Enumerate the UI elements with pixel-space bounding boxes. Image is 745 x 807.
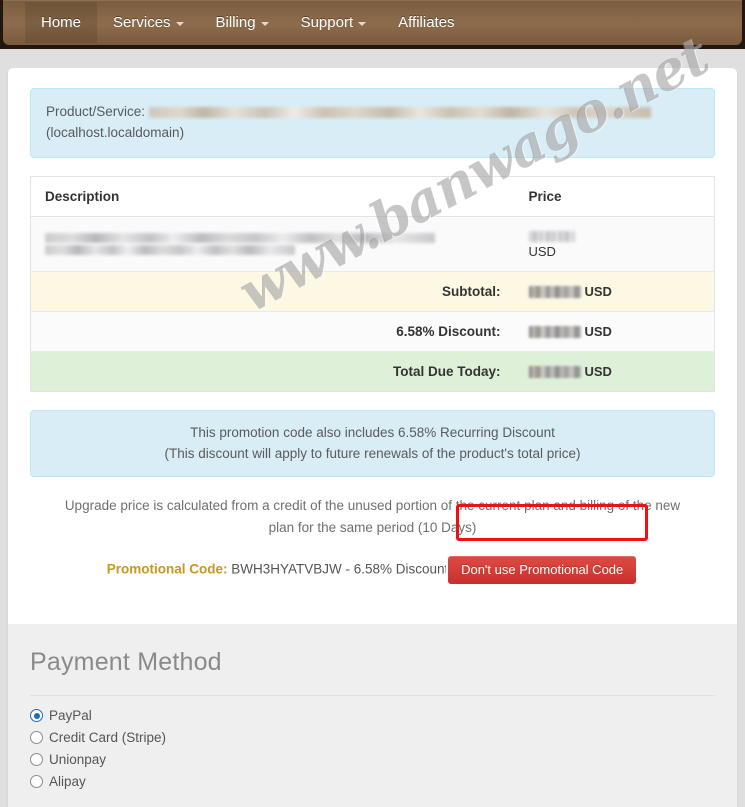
payment-option-credit-card-label: Credit Card (Stripe) [49, 730, 167, 745]
chevron-down-icon [358, 21, 367, 26]
subtotal-currency: USD [584, 283, 612, 299]
payment-method-section: Payment Method PayPal Credit Card (Strip… [8, 624, 737, 807]
nav-item-billing[interactable]: Billing [200, 2, 285, 43]
promotional-code-value: BWH3HYATVBJW - 6.58% Discount [231, 561, 449, 577]
line-item-description-redacted [45, 232, 501, 255]
subtotal-amount: USD [514, 271, 715, 312]
dont-use-promotional-code-button[interactable]: Don't use Promotional Code [446, 554, 639, 587]
total-due-today-amount-redacted [528, 366, 581, 379]
upgrade-price-explanation: Upgrade price is calculated from a credi… [64, 498, 681, 535]
table-row: Subtotal: USD [30, 271, 715, 312]
discount-currency: USD [584, 323, 612, 339]
nav-item-billing-label: Billing [215, 14, 256, 31]
nav-item-affiliates-label: Affiliates [398, 14, 455, 31]
product-service-label: Product/Service: [46, 104, 146, 119]
column-header-price: Price [514, 176, 715, 217]
main-navigation: Home Services Billing Support Affiliates [3, 0, 742, 45]
nav-item-home[interactable]: Home [25, 2, 98, 43]
total-due-today-amount: USD [514, 351, 715, 392]
payment-option-unionpay-label: Unionpay [49, 752, 107, 767]
subtotal-amount-redacted [528, 286, 581, 299]
line-item-currency: USD [528, 243, 556, 259]
radio-icon[interactable] [30, 731, 43, 744]
product-hostname: (localhost.localdomain) [46, 124, 185, 140]
discount-amount-redacted [528, 326, 581, 339]
total-due-today-currency: USD [584, 363, 612, 379]
column-header-description: Description [30, 176, 515, 217]
order-summary-card: Product/Service: (localhost.localdomain)… [8, 68, 737, 807]
nav-item-home-label: Home [41, 14, 82, 31]
payment-option-credit-card[interactable]: Credit Card (Stripe) [30, 730, 715, 745]
line-item-description [30, 216, 515, 272]
recurring-discount-line1: This promotion code also includes 6.58% … [190, 424, 555, 440]
table-row: USD [30, 216, 715, 272]
discount-amount: USD [514, 311, 715, 352]
recurring-discount-notice: This promotion code also includes 6.58% … [30, 409, 715, 478]
nav-item-services[interactable]: Services [97, 2, 200, 43]
radio-icon[interactable] [30, 709, 43, 722]
discount-label: 6.58% Discount: [30, 311, 515, 352]
line-item-price-redacted [528, 230, 575, 242]
chevron-down-icon [260, 21, 269, 26]
promotional-code-row: Promotional Code: BWH3HYATVBJW - 6.58% D… [30, 550, 715, 598]
chevron-down-icon [175, 21, 184, 26]
recurring-discount-line2: (This discount will apply to future rene… [164, 446, 581, 462]
nav-item-affiliates[interactable]: Affiliates [382, 2, 470, 43]
nav-item-services-label: Services [113, 14, 171, 31]
radio-icon[interactable] [30, 775, 43, 788]
line-item-price: USD [514, 216, 715, 272]
table-header-row: Description Price [30, 176, 715, 217]
payment-option-paypal[interactable]: PayPal [30, 708, 715, 723]
subtotal-label: Subtotal: [30, 271, 515, 312]
payment-option-unionpay[interactable]: Unionpay [30, 752, 715, 767]
payment-option-alipay[interactable]: Alipay [30, 774, 715, 789]
radio-icon[interactable] [30, 753, 43, 766]
divider [30, 695, 715, 696]
product-service-alert: Product/Service: (localhost.localdomain) [30, 88, 715, 158]
payment-option-alipay-label: Alipay [49, 774, 86, 789]
nav-item-support-label: Support [300, 14, 354, 31]
payment-option-paypal-label: PayPal [49, 708, 92, 723]
promotional-code-label: Promotional Code: [106, 561, 228, 577]
total-due-today-label: Total Due Today: [30, 351, 515, 392]
product-service-name-redacted [148, 106, 651, 118]
table-row: Total Due Today: USD [30, 351, 715, 392]
table-row: 6.58% Discount: USD [30, 311, 715, 352]
nav-item-support[interactable]: Support [285, 2, 383, 43]
payment-method-title: Payment Method [30, 648, 222, 676]
invoice-table: Description Price USD Subtotal: USD 6.58… [30, 175, 715, 392]
